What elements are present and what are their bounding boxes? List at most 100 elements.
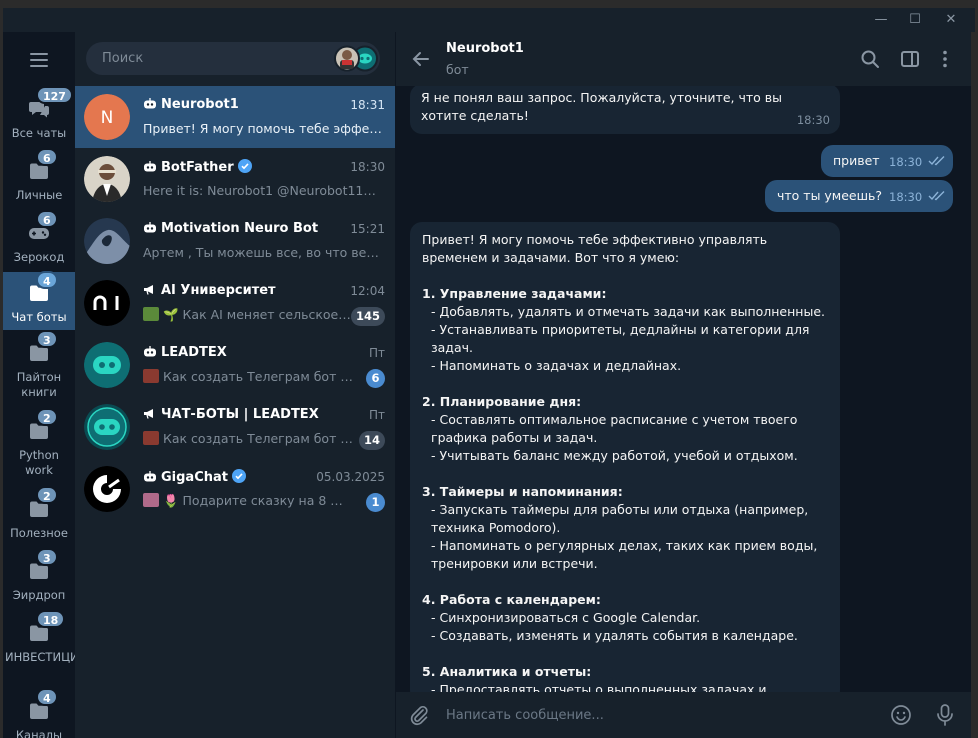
chat-row[interactable]: N Neurobot1 18:31 Привет! Я могу помочь теб…: [75, 86, 395, 148]
unread-count-badge: 6: [366, 369, 385, 388]
chat-row[interactable]: Motivation Neuro Bot 15:21 Артем , Ты може…: [75, 210, 395, 272]
conversation-panel: Neurobot1 бот Я не понял ваш запрос. Пож…: [396, 32, 971, 738]
folder-5[interactable]: 3 Пайтон книги: [3, 330, 75, 412]
chat-name-text: BotFather: [161, 160, 234, 175]
folder-label: Личные: [15, 188, 63, 202]
folder-10[interactable]: 4 Каналы: [3, 688, 75, 738]
chat-preview-text: Как создать Телеграм бот для бизнеса: [163, 369, 353, 384]
chat-row[interactable]: AI Университет 12:04 🌱 Как AI меняет сельс…: [75, 272, 395, 334]
chat-name-text: AI Университет: [161, 283, 276, 298]
chat-time: 15:21: [350, 222, 385, 236]
message-area: Я не понял ваш запрос. Пожалуйста, уточн…: [396, 86, 971, 692]
menu-icon[interactable]: [30, 53, 48, 67]
message-section-heading: 5. Аналитика и отчеты:: [422, 664, 592, 679]
folder-3[interactable]: 6 Зерокод: [3, 210, 75, 276]
chat-preview-text: Here it is: Neurobot1 @Neurobot111_bot: [143, 183, 383, 198]
search-icon[interactable]: [859, 48, 881, 70]
channel-icon: [143, 283, 161, 298]
chat-row[interactable]: ЧАТ-БОТЫ | LEADTEX Пт Как создать Телеграм…: [75, 396, 395, 458]
chat-name-text: Motivation Neuro Bot: [161, 221, 319, 236]
folder-unread-badge: 3: [36, 548, 58, 566]
conversation-title[interactable]: Neurobot1: [446, 41, 524, 56]
chat-preview-text: 🌷 Подарите сказку на 8 Марта: [163, 493, 353, 508]
message-text: Привет! Я могу помочь тебе эффективно уп…: [422, 231, 832, 692]
folder-label: Чат боты: [11, 310, 67, 324]
composer-bar: [396, 692, 971, 738]
sidebar-toggle-icon[interactable]: [899, 48, 921, 70]
chat-row[interactable]: GigaChat 05.03.2025 🌷 Подарите сказку на 8…: [75, 458, 395, 520]
chat-name-text: Neurobot1: [161, 97, 239, 112]
folder-7[interactable]: 2 Полезное: [3, 486, 75, 552]
chat-time: Пт: [368, 346, 385, 360]
media-thumbnail: [143, 307, 159, 321]
folder-unread-badge: 18: [36, 610, 66, 628]
unread-count-badge: 14: [358, 431, 385, 450]
chat-row[interactable]: LEADTEX Пт Как создать Телеграм бот для би…: [75, 334, 395, 396]
message-bubble[interactable]: привет 18:30: [821, 145, 953, 177]
attach-paperclip-icon[interactable]: [408, 704, 430, 726]
message-bubble[interactable]: что ты умеешь? 18:30: [765, 180, 953, 212]
folder-unread-badge: 2: [36, 408, 58, 426]
minimize-button[interactable]: —: [865, 8, 897, 32]
chat-preview-text: Артем , Ты можешь все, во что веришь: [143, 245, 383, 260]
read-checks-icon: [928, 156, 945, 166]
chat-name: LEADTEX: [143, 345, 343, 360]
message-list-item: - Напоминать о задачах и дедлайнах.: [431, 358, 682, 373]
more-options-icon[interactable]: [934, 48, 956, 70]
message-list-item: - Синхронизироваться с Google Calendar.: [431, 610, 701, 625]
message-list-item: - Добавлять, удалять и отмечать задачи к…: [431, 304, 825, 319]
folder-2[interactable]: 6 Личные: [3, 148, 75, 214]
chat-name-text: LEADTEX: [161, 345, 227, 360]
emoji-icon[interactable]: [890, 704, 912, 726]
microphone-icon[interactable]: [934, 703, 956, 727]
avatar-letter-n: N: [84, 94, 130, 140]
conversation-subtitle: бот: [446, 62, 469, 77]
chat-preview: Привет! Я могу помочь тебе эффективно уп…: [143, 121, 383, 136]
avatar-letter: N: [101, 108, 114, 128]
message-bubble[interactable]: Я не понял ваш запрос. Пожалуйста, уточн…: [410, 86, 840, 134]
folder-label: Эирдроп: [12, 588, 66, 602]
message-bubble-long[interactable]: Привет! Я могу помочь тебе эффективно уп…: [410, 222, 840, 692]
message-time: 18:30: [889, 155, 923, 169]
folder-label: Каналы: [15, 728, 63, 738]
chat-name: GigaChat: [143, 469, 343, 485]
folder-unread-badge: 3: [36, 330, 58, 348]
chat-row[interactable]: BotFather 18:30 Here it is: Neurobot1 @Neu…: [75, 148, 395, 210]
message-input[interactable]: [446, 698, 866, 732]
chat-preview: Here it is: Neurobot1 @Neurobot111_bot: [143, 183, 383, 198]
message-text: привет: [833, 153, 880, 168]
maximize-button[interactable]: ☐: [899, 8, 931, 32]
chat-time: 05.03.2025: [316, 470, 385, 484]
close-button[interactable]: ✕: [935, 8, 967, 32]
chat-name: Motivation Neuro Bot: [143, 221, 343, 236]
folder-label: Пайтон книги: [16, 370, 62, 399]
folder-8[interactable]: 3 Эирдроп: [3, 548, 75, 614]
stories-avatars[interactable]: [333, 45, 379, 72]
folder-6[interactable]: 2 Python work: [3, 408, 75, 490]
folder-9[interactable]: 18 ИНВЕСТИЦИИ: [3, 610, 75, 692]
bot-icon: [143, 221, 161, 236]
message-text: что ты умеешь?: [777, 188, 883, 203]
bot-icon: [143, 345, 161, 360]
chat-name: AI Университет: [143, 283, 343, 298]
folder-4[interactable]: 4 Чат боты: [3, 271, 75, 330]
folder-label: Все чаты: [11, 126, 67, 140]
chat-preview-text: Привет! Я могу помочь тебе эффективно уп…: [143, 121, 383, 136]
chat-time: 18:31: [350, 98, 385, 112]
search-input[interactable]: [102, 42, 322, 75]
window-frame-right: [971, 8, 978, 738]
verified-badge-icon: [228, 469, 246, 485]
folder-1[interactable]: 127 Все чаты: [3, 86, 75, 152]
ai-university-avatar: [84, 280, 130, 326]
back-arrow-icon[interactable]: [410, 48, 432, 70]
folder-label: Зерокод: [13, 250, 65, 264]
chat-preview-text: 🌱 Как AI меняет сельское хозяйство: [163, 307, 353, 322]
message-list-item: - Учитывать баланс между работой, учебой…: [431, 448, 798, 463]
message-list-item: - Составлять оптимальное расписание с уч…: [431, 412, 802, 445]
gigachat-avatar: [84, 466, 130, 512]
message-list-item: - Устанавливать приоритеты, дедлайны и к…: [431, 322, 814, 355]
message-list-item: - Запускать таймеры для работы или отдых…: [431, 502, 813, 535]
chat-name-text: GigaChat: [161, 470, 228, 485]
folder-sidebar: 127 Все чаты 6 Личные 6 Зерокод 4 Чат боты 3 Пайт…: [3, 32, 75, 738]
message-section-heading: 2. Планирование дня:: [422, 394, 582, 409]
